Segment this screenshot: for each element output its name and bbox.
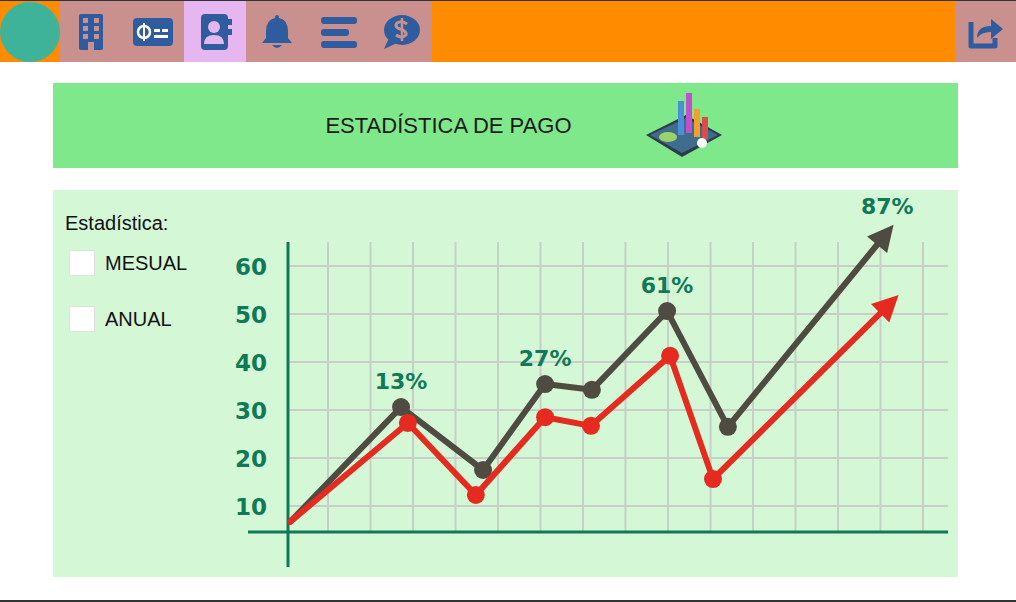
share-icon — [967, 14, 1005, 50]
grid-line — [625, 242, 627, 532]
contacts-icon — [198, 13, 232, 51]
money-chat-icon — [381, 13, 421, 51]
building-icon — [77, 13, 105, 51]
filter-label: Estadística: — [65, 212, 230, 235]
x-axis — [248, 531, 948, 534]
data-point[interactable] — [536, 408, 554, 426]
data-point[interactable] — [583, 381, 601, 399]
data-point[interactable] — [704, 470, 722, 488]
y-axis — [287, 242, 290, 567]
logout-button[interactable] — [955, 1, 1016, 62]
filter-option[interactable]: ANUAL — [69, 305, 230, 333]
checkbox[interactable] — [69, 306, 95, 332]
y-tick: 60 — [235, 254, 267, 280]
grid-line — [370, 242, 372, 532]
data-point[interactable] — [661, 347, 679, 365]
grid-line — [455, 242, 457, 532]
page-title: ESTADÍSTICA DE PAGO — [325, 113, 571, 139]
y-tick: 50 — [235, 302, 267, 328]
y-tick: 20 — [235, 446, 267, 472]
percent-label: 61% — [641, 273, 694, 298]
y-tick: 30 — [235, 398, 267, 424]
avatar[interactable] — [0, 2, 60, 62]
data-point[interactable] — [399, 414, 417, 432]
nav-item[interactable] — [184, 1, 246, 62]
nav-item[interactable] — [370, 1, 432, 62]
money-card-icon — [132, 17, 174, 47]
menu-icon — [319, 15, 359, 49]
grid-line — [497, 242, 499, 532]
header-card: ESTADÍSTICA DE PAGO — [53, 83, 958, 168]
payment-stats-page: ESTADÍSTICA DE PAGO Estadística: MESUAL ANU… — [0, 0, 1016, 602]
data-point[interactable] — [392, 398, 410, 416]
grid-line — [288, 265, 948, 267]
checkbox[interactable] — [69, 250, 95, 276]
grid-line — [922, 242, 924, 532]
line-chart: 60 50 40 30 20 10 13% 27% 61% 87% — [230, 190, 958, 577]
arrow-head — [871, 295, 899, 323]
option-label: ANUAL — [105, 308, 172, 331]
grid-line — [795, 242, 797, 532]
data-point[interactable] — [658, 302, 676, 320]
series-line — [290, 245, 877, 522]
grid-line — [837, 242, 839, 532]
chart-tablet-icon — [642, 91, 726, 161]
y-tick: 40 — [235, 350, 267, 376]
data-point[interactable] — [582, 417, 600, 435]
grid-line — [752, 242, 754, 532]
percent-label: 87% — [861, 194, 914, 219]
grid-line — [288, 457, 948, 459]
bell-icon — [260, 13, 294, 51]
series — [290, 295, 898, 522]
stats-panel: Estadística: MESUAL ANUAL 60 50 40 30 20 10 13% 27… — [53, 190, 958, 577]
data-point[interactable] — [467, 486, 485, 504]
data-point[interactable] — [719, 418, 737, 436]
series-line — [290, 313, 880, 522]
arrow-head — [867, 225, 894, 253]
filter-option[interactable]: MESUAL — [69, 249, 230, 277]
option-label: MESUAL — [105, 252, 187, 275]
nav-item[interactable] — [246, 1, 308, 62]
nav-item[interactable] — [122, 1, 184, 62]
grid-line — [288, 313, 948, 315]
nav-bar — [60, 1, 432, 62]
nav-item[interactable] — [60, 1, 122, 62]
grid-line — [880, 242, 882, 532]
y-tick: 10 — [235, 494, 267, 520]
filter-group: Estadística: MESUAL ANUAL — [53, 190, 230, 577]
percent-label: 13% — [375, 369, 428, 394]
top-bar — [0, 1, 1016, 62]
grid-line — [288, 409, 948, 411]
series — [290, 225, 893, 522]
grid-line — [288, 505, 948, 507]
data-point[interactable] — [536, 375, 554, 393]
percent-label: 27% — [519, 346, 572, 371]
nav-item[interactable] — [308, 1, 370, 62]
grid — [288, 242, 948, 532]
